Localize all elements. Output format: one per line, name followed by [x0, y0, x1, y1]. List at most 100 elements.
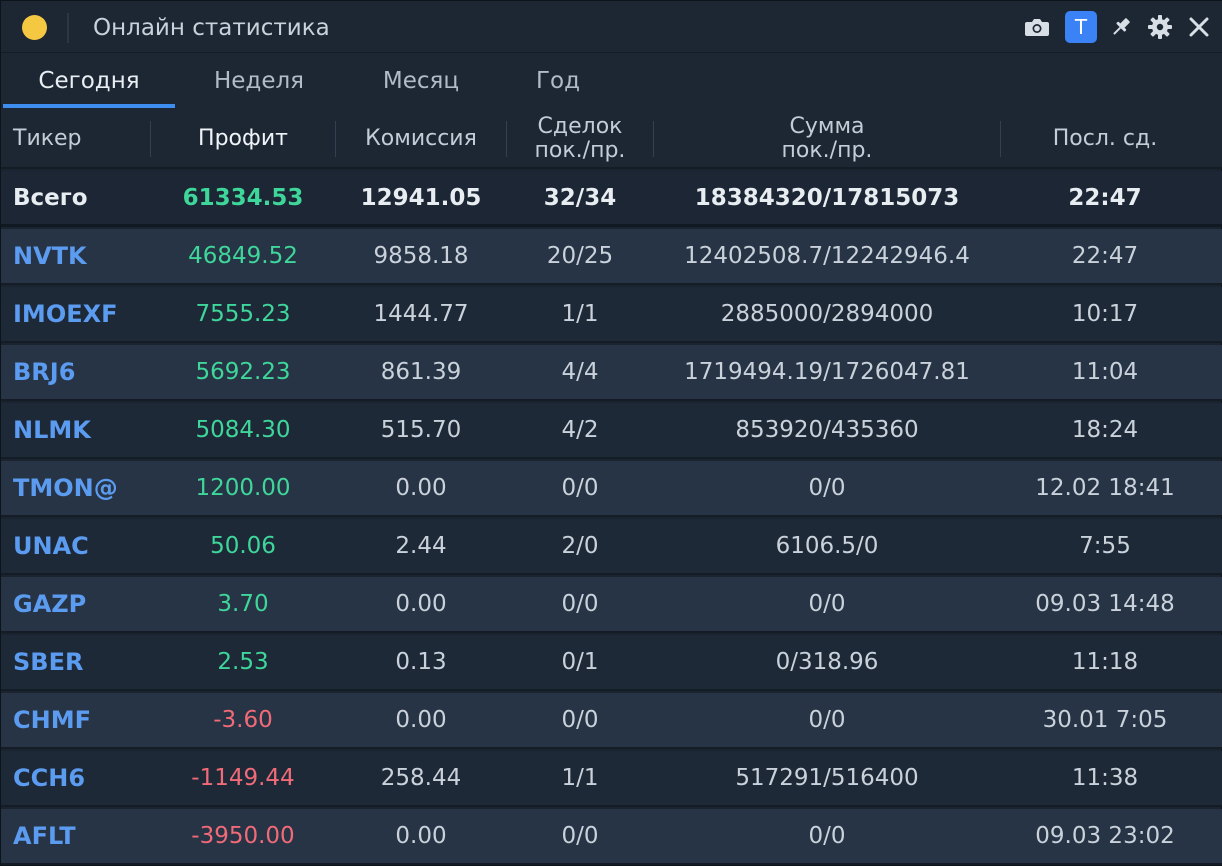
last-deal-cell: 12.02 18:41 — [1035, 475, 1175, 501]
deals-cell: 4/4 — [561, 359, 599, 385]
stats-window: Онлайн статистика T Сегодня Неделя Месяц… — [0, 0, 1222, 866]
total-commission: 12941.05 — [360, 184, 482, 211]
profit-cell: 5692.23 — [195, 359, 291, 385]
table-row[interactable]: NLMK 5084.30 515.70 4/2 853920/435360 18:24 — [1, 403, 1222, 459]
commission-cell: 2.44 — [395, 533, 447, 559]
table-row[interactable]: CHMF -3.60 0.00 0/0 0/0 30.01 7:05 — [1, 693, 1222, 749]
deals-cell: 20/25 — [546, 243, 614, 269]
col-deals-header-line1: Сделок — [537, 114, 623, 139]
sum-cell: 517291/516400 — [735, 765, 919, 791]
col-commission-header[interactable]: Комиссия — [336, 109, 506, 169]
col-ticker-header[interactable]: Тикер — [1, 109, 149, 169]
close-icon[interactable] — [1183, 11, 1215, 43]
table-row[interactable]: UNAC 50.06 2.44 2/0 6106.5/0 7:55 — [1, 519, 1222, 575]
table-row[interactable]: IMOEXF 7555.23 1444.77 1/1 2885000/2894000 10… — [1, 287, 1222, 343]
total-row[interactable]: Всего 61334.53 12941.05 32/34 18384320/1… — [1, 171, 1222, 227]
last-deal-cell: 10:17 — [1071, 301, 1139, 327]
pin-icon[interactable] — [1105, 11, 1137, 43]
total-sum: 18384320/17815073 — [694, 184, 960, 211]
last-deal-cell: 18:24 — [1071, 417, 1139, 443]
table-row[interactable]: BRJ6 5692.23 861.39 4/4 1719494.19/1726047.8… — [1, 345, 1222, 401]
last-deal-cell: 09.03 14:48 — [1035, 591, 1175, 617]
ticker-cell: TMON@ — [13, 474, 118, 502]
deals-cell: 0/0 — [561, 591, 599, 617]
deals-cell: 1/1 — [561, 765, 599, 791]
commission-cell: 515.70 — [380, 417, 462, 443]
sum-cell: 2885000/2894000 — [720, 301, 934, 327]
deals-cell: 0/0 — [561, 823, 599, 849]
sum-cell: 6106.5/0 — [775, 533, 879, 559]
last-deal-cell: 11:18 — [1071, 649, 1139, 675]
gear-icon[interactable] — [1144, 11, 1176, 43]
last-deal-cell: 30.01 7:05 — [1042, 707, 1168, 733]
table-row[interactable]: CCH6 -1149.44 258.44 1/1 517291/516400 11:38 — [1, 751, 1222, 807]
commission-cell: 9858.18 — [373, 243, 469, 269]
ticker-cell: IMOEXF — [13, 300, 118, 328]
last-deal-cell: 09.03 23:02 — [1035, 823, 1175, 849]
profit-cell: 1200.00 — [195, 475, 291, 501]
sum-cell: 853920/435360 — [735, 417, 919, 443]
profit-cell: 5084.30 — [195, 417, 291, 443]
status-indicator-icon — [22, 15, 47, 40]
sum-cell: 0/0 — [808, 475, 846, 501]
tab-today[interactable]: Сегодня — [3, 53, 175, 109]
ticker-cell: UNAC — [13, 532, 89, 560]
commission-cell: 861.39 — [380, 359, 462, 385]
deals-cell: 0/0 — [561, 707, 599, 733]
total-deals: 32/34 — [543, 184, 617, 211]
window-title: Онлайн статистика — [93, 15, 330, 41]
ticker-cell: GAZP — [13, 590, 87, 618]
sum-cell: 1719494.19/1726047.81 — [684, 359, 970, 385]
deals-cell: 1/1 — [561, 301, 599, 327]
sum-cell: 0/0 — [808, 591, 846, 617]
ticker-cell: AFLT — [13, 822, 76, 850]
sum-cell: 0/318.96 — [775, 649, 879, 675]
deals-cell: 0/0 — [561, 475, 599, 501]
table-row[interactable]: SBER 2.53 0.13 0/1 0/318.96 11:18 — [1, 635, 1222, 691]
col-sum-header-line2: пок./пр. — [781, 138, 873, 163]
last-deal-cell: 11:38 — [1071, 765, 1139, 791]
commission-cell: 0.13 — [395, 649, 447, 675]
profit-cell: -3.60 — [213, 707, 273, 733]
last-deal-cell: 22:47 — [1071, 243, 1139, 269]
ticker-cell: NLMK — [13, 416, 91, 444]
title-bar[interactable]: Онлайн статистика T — [1, 1, 1222, 53]
total-label: Всего — [13, 184, 88, 211]
table-header: Тикер Профит Комиссия Сделок пок./пр. Су… — [1, 109, 1222, 169]
commission-cell: 1444.77 — [373, 301, 469, 327]
profit-cell: -1149.44 — [191, 765, 295, 791]
active-tab-indicator — [3, 104, 175, 108]
col-sum-header[interactable]: Сумма пок./пр. — [654, 109, 1000, 169]
camera-icon[interactable] — [1021, 11, 1053, 43]
period-tabs: Сегодня Неделя Месяц Год — [1, 53, 1222, 109]
t-toggle-button[interactable]: T — [1065, 11, 1097, 43]
deals-cell: 4/2 — [561, 417, 599, 443]
tab-year[interactable]: Год — [499, 53, 617, 109]
col-profit-header[interactable]: Профит — [151, 109, 335, 169]
profit-cell: 46849.52 — [188, 243, 298, 269]
sum-cell: 0/0 — [808, 707, 846, 733]
col-last-deal-header[interactable]: Посл. сд. — [1001, 109, 1209, 169]
profit-cell: 3.70 — [217, 591, 269, 617]
profit-cell: 2.53 — [217, 649, 269, 675]
total-profit: 61334.53 — [182, 184, 304, 211]
sum-cell: 12402508.7/12242946.4 — [684, 243, 970, 269]
ticker-cell: NVTK — [13, 242, 87, 270]
col-sum-header-line1: Сумма — [789, 114, 865, 139]
col-deals-header[interactable]: Сделок пок./пр. — [507, 109, 653, 169]
table-row[interactable]: AFLT -3950.00 0.00 0/0 0/0 09.03 23:02 — [1, 809, 1222, 865]
ticker-cell: BRJ6 — [13, 358, 76, 386]
profit-cell: 50.06 — [210, 533, 276, 559]
tab-week[interactable]: Неделя — [175, 53, 343, 109]
ticker-cell: SBER — [13, 648, 84, 676]
commission-cell: 0.00 — [395, 591, 447, 617]
tab-month[interactable]: Месяц — [343, 53, 499, 109]
last-deal-cell: 11:04 — [1071, 359, 1139, 385]
table-row[interactable]: TMON@ 1200.00 0.00 0/0 0/0 12.02 18:41 — [1, 461, 1222, 517]
ticker-cell: CCH6 — [13, 764, 86, 792]
table-row[interactable]: NVTK 46849.52 9858.18 20/25 12402508.7/12242… — [1, 229, 1222, 285]
profit-cell: 7555.23 — [195, 301, 291, 327]
table-row[interactable]: GAZP 3.70 0.00 0/0 0/0 09.03 14:48 — [1, 577, 1222, 633]
title-divider — [67, 13, 69, 43]
commission-cell: 0.00 — [395, 475, 447, 501]
